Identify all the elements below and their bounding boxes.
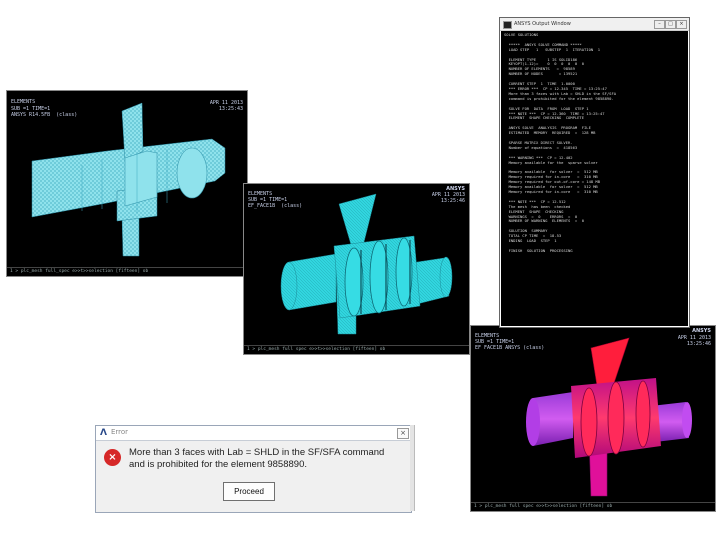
ansys-output-window: ANSYS Output Window – □ × SOLVE SOLUTION… (499, 17, 690, 328)
panel3-solid-model (526, 337, 692, 497)
panel1-status-bar: 1 > plc_mesh full_spec e>>t>>selection [… (7, 267, 247, 276)
error-dialog-title: Error (111, 428, 129, 436)
panel3-status-bar: 1 > plc_mesh full spec e>>t>>selection [… (471, 502, 715, 511)
error-message: More than 3 faces with Lab = SHLD in the… (129, 447, 385, 470)
console-app-icon (503, 21, 512, 29)
error-dialog: Λ Error × × More than 3 faces with Lab =… (95, 425, 412, 513)
error-icon: × (104, 449, 121, 466)
ansys-graphics-panel-1: ELEMENTS SUB =1 TIME=1 ANSYS R14.5FB (cl… (6, 90, 248, 277)
output-log: SOLVE SOLUTIONS ***** ANSYS SOLVE COMMAN… (501, 31, 688, 256)
output-line: FINISH SOLUTION PROCESSING (504, 247, 573, 253)
output-window-body[interactable]: SOLVE SOLUTIONS ***** ANSYS SOLVE COMMAN… (501, 31, 688, 326)
minimize-icon[interactable]: – (654, 20, 665, 29)
close-icon[interactable]: × (676, 20, 687, 29)
output-window-title: ANSYS Output Window (514, 21, 571, 27)
background-window-edge (410, 425, 415, 511)
proceed-button[interactable]: Proceed (223, 482, 275, 501)
panel1-mesh-model (31, 102, 226, 257)
panel2-status-bar: 1 > plc_mesh full spec e>>t>>selection [… (244, 345, 469, 354)
error-dialog-titlebar: Λ Error × (96, 426, 411, 441)
ansys-logo-icon: Λ (100, 428, 107, 438)
output-window-titlebar: ANSYS Output Window – □ × (500, 18, 689, 31)
maximize-icon[interactable]: □ (665, 20, 676, 29)
error-dialog-close-button[interactable]: × (397, 428, 409, 439)
ansys-graphics-panel-2: ELEMENTS SUB =1 TIME=1 EF_FACE1B (class)… (243, 183, 470, 355)
ansys-graphics-panel-3: ELEMENTS SUB =1 TIME=1 EF FACE1B ANSYS (… (470, 325, 716, 512)
panel2-mesh-model (280, 193, 453, 335)
